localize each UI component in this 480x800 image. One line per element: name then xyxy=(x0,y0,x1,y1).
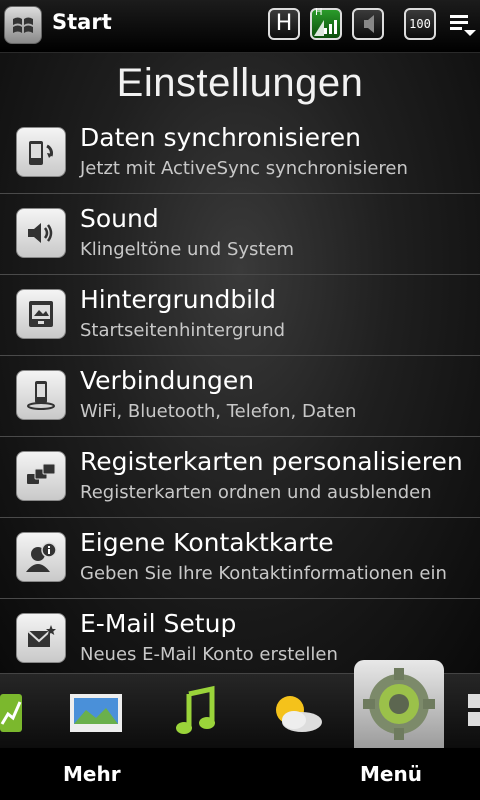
settings-item-subtitle: Geben Sie Ihre Kontaktinformationen ein xyxy=(80,563,447,584)
settings-item-sync[interactable]: Daten synchronisieren Jetzt mit ActiveSy… xyxy=(0,113,480,194)
settings-panel: Einstellungen Daten synchronisieren Jetz… xyxy=(0,53,480,673)
sync-icon xyxy=(16,127,66,177)
photos-icon[interactable] xyxy=(66,680,126,744)
email-setup-icon xyxy=(16,613,66,663)
settings-item-subtitle: Jetzt mit ActiveSync synchronisieren xyxy=(80,158,408,179)
settings-item-title: Registerkarten personalisieren xyxy=(80,447,463,476)
status-bar: Start H H 100 xyxy=(0,0,480,53)
volume-icon[interactable] xyxy=(352,8,384,40)
more-tabs-icon[interactable] xyxy=(466,680,480,744)
settings-item-contact-card[interactable]: Eigene Kontaktkarte Geben Sie Ihre Konta… xyxy=(0,518,480,599)
battery-icon[interactable]: 100 xyxy=(404,8,436,40)
speaker-icon xyxy=(16,208,66,258)
settings-item-subtitle: Registerkarten ordnen und ausblenden xyxy=(80,482,432,503)
signal-icon[interactable]: H xyxy=(310,7,342,40)
page-title: Einstellungen xyxy=(116,61,364,105)
settings-item-title: Eigene Kontaktkarte xyxy=(80,528,334,557)
start-label[interactable]: Start xyxy=(52,10,112,34)
settings-list: Daten synchronisieren Jetzt mit ActiveSy… xyxy=(0,113,480,673)
weather-icon[interactable] xyxy=(266,680,326,744)
settings-item-tabs[interactable]: Registerkarten personalisieren Registerk… xyxy=(0,437,480,518)
wallpaper-icon xyxy=(16,289,66,339)
stocks-icon[interactable] xyxy=(0,680,26,744)
contact-card-icon xyxy=(16,532,66,582)
network-h-icon[interactable]: H xyxy=(268,8,300,40)
phone-connection-icon xyxy=(16,370,66,420)
settings-item-sound[interactable]: Sound Klingeltöne und System xyxy=(0,194,480,275)
music-icon[interactable] xyxy=(172,680,222,744)
settings-item-subtitle: WiFi, Bluetooth, Telefon, Daten xyxy=(80,401,357,422)
settings-item-title: Daten synchronisieren xyxy=(80,123,361,152)
settings-item-wallpaper[interactable]: Hintergrundbild Startseitenhintergrund xyxy=(0,275,480,356)
windows-start-icon[interactable] xyxy=(4,6,42,44)
settings-item-title: Sound xyxy=(80,204,159,233)
settings-item-title: Hintergrundbild xyxy=(80,285,276,314)
softkey-left-mehr[interactable]: Mehr xyxy=(63,762,121,786)
settings-item-title: Verbindungen xyxy=(80,366,255,395)
settings-item-subtitle: Neues E-Mail Konto erstellen xyxy=(80,644,338,665)
softkey-bar: Mehr Menü xyxy=(0,748,480,800)
tabs-icon xyxy=(16,451,66,501)
settings-item-subtitle: Startseitenhintergrund xyxy=(80,320,286,341)
settings-item-subtitle: Klingeltöne und System xyxy=(80,239,295,260)
tab-settings-selected[interactable] xyxy=(354,660,444,750)
settings-gear-icon xyxy=(363,668,435,740)
softkey-right-menu[interactable]: Menü xyxy=(360,762,422,786)
settings-item-title: E-Mail Setup xyxy=(80,609,237,638)
menu-icon[interactable] xyxy=(448,10,478,44)
settings-item-connections[interactable]: Verbindungen WiFi, Bluetooth, Telefon, D… xyxy=(0,356,480,437)
tab-dock xyxy=(0,660,480,750)
